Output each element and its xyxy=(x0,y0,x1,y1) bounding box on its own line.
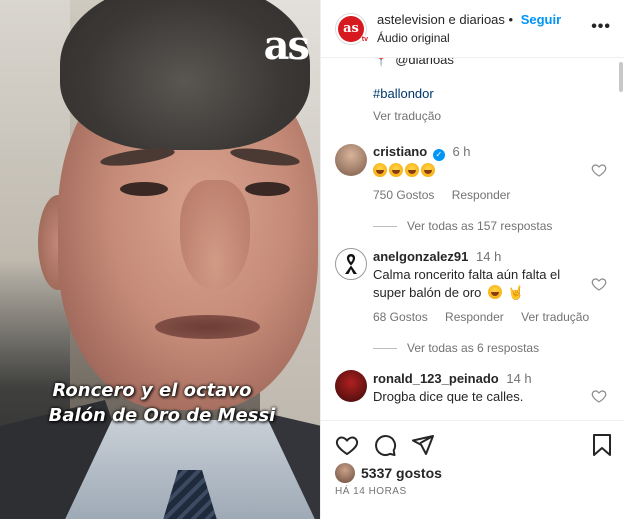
post-footer: 5337 gostos HÁ 14 HORAS xyxy=(321,420,624,519)
laughing-emoji-icon xyxy=(373,163,387,177)
post-timestamp: HÁ 14 HORAS xyxy=(335,486,407,497)
ribbon-icon xyxy=(345,254,357,274)
comment-meta: 750 Gostos Responder xyxy=(373,188,524,202)
likes-count[interactable]: 5337 gostos xyxy=(361,465,442,481)
account-avatar[interactable]: as tv xyxy=(335,12,369,45)
replies-divider xyxy=(373,225,397,227)
pin-icon: 📍 xyxy=(373,58,390,67)
share-icon[interactable] xyxy=(411,433,435,457)
comment-heart-icon[interactable] xyxy=(591,162,607,178)
comment-body: anelgonzalez91 14 h Calma roncerito falt… xyxy=(373,248,593,302)
comment-text: Drogba dice que te calles. xyxy=(373,389,524,404)
comment-text-content: Calma roncerito falta aún falta el super… xyxy=(373,267,561,300)
video-subject-eye xyxy=(245,182,290,196)
instagram-post-view: as Roncero y el octavo Balón de Oro de M… xyxy=(0,0,624,519)
action-bar xyxy=(335,433,449,457)
video-player[interactable]: as Roncero y el octavo Balón de Oro de M… xyxy=(0,0,320,519)
laughing-emoji-icon xyxy=(389,163,403,177)
comment-text: Calma roncerito falta aún falta el super… xyxy=(373,266,593,302)
comment-body: cristiano ✓ 6 h xyxy=(373,143,593,180)
video-subject-eye xyxy=(120,182,168,196)
original-audio-link[interactable]: Áudio original xyxy=(377,29,561,47)
comment-icon[interactable] xyxy=(373,433,397,457)
comment-username[interactable]: cristiano xyxy=(373,144,427,159)
laughing-emoji-icon xyxy=(421,163,435,177)
commenter-avatar[interactable] xyxy=(335,248,367,280)
heart-icon[interactable] xyxy=(335,433,359,457)
laughing-emoji-icon xyxy=(405,163,419,177)
replies-divider xyxy=(373,347,397,349)
comment-time: 14 h xyxy=(506,371,532,386)
likes-row[interactable]: 5337 gostos xyxy=(335,463,442,483)
comment-time: 14 h xyxy=(476,249,502,264)
video-subject-nose xyxy=(180,180,250,290)
collab-accounts-link[interactable]: astelevision e diarioas xyxy=(377,12,505,27)
liker-avatar xyxy=(335,463,355,483)
horns-emoji-icon: 🤘 xyxy=(507,285,524,300)
tv-badge: tv xyxy=(360,35,369,43)
hashtag-link[interactable]: #ballondor xyxy=(373,86,434,101)
comment-heart-icon[interactable] xyxy=(591,276,607,292)
as-watermark-logo: as xyxy=(263,22,310,69)
commenter-avatar[interactable] xyxy=(335,370,367,402)
comments-scrollbar[interactable] xyxy=(619,62,623,92)
follow-button[interactable]: Seguir xyxy=(521,12,561,27)
verified-badge-icon: ✓ xyxy=(432,149,445,161)
likes-count-label: 5337 gostos xyxy=(361,465,442,481)
comment-meta: 68 Gostos Responder Ver tradução xyxy=(373,310,603,324)
header-names: astelevision e diarioas • Seguir Áudio o… xyxy=(377,11,561,47)
commenter-avatar[interactable] xyxy=(335,144,367,176)
sunglasses-emoji-icon xyxy=(488,285,503,299)
view-replies-button[interactable]: Ver todas as 6 respostas xyxy=(373,341,539,355)
more-icon[interactable]: ••• xyxy=(591,18,611,36)
comment-username[interactable]: ronald_123_peinado xyxy=(373,371,499,386)
reply-button[interactable]: Responder xyxy=(452,188,511,202)
view-replies-button[interactable]: Ver todas as 157 respostas xyxy=(373,219,552,233)
caption-mention[interactable]: @diarioas xyxy=(395,58,454,67)
view-replies-label: Ver todas as 6 respostas xyxy=(407,341,540,355)
comment-likes[interactable]: 68 Gostos xyxy=(373,310,428,324)
comment-heart-icon[interactable] xyxy=(591,388,607,404)
video-caption-line-2: Balón de Oro de Messi xyxy=(48,405,276,426)
comments-list[interactable]: 📍 @diarioas #ballondor Ver tradução crist… xyxy=(321,58,624,420)
header-separator: • xyxy=(508,11,514,27)
comment-time: 6 h xyxy=(452,144,471,159)
comment-likes[interactable]: 750 Gostos xyxy=(373,188,434,202)
post-header: as tv astelevision e diarioas • Seguir Á… xyxy=(321,0,624,58)
video-subject-mouth xyxy=(155,315,260,339)
comment-username[interactable]: anelgonzalez91 xyxy=(373,249,468,264)
reply-button[interactable]: Responder xyxy=(445,310,504,324)
header-top-line: astelevision e diarioas • Seguir xyxy=(377,11,561,29)
comment-body: ronald_123_peinado 14 h Drogba dice que … xyxy=(373,370,593,406)
comment-translate-link[interactable]: Ver tradução xyxy=(521,310,589,324)
view-replies-label: Ver todas as 157 respostas xyxy=(407,219,553,233)
caption-tail: 📍 @diarioas xyxy=(373,58,454,68)
comment-emoji-row xyxy=(373,162,593,180)
bookmark-icon[interactable] xyxy=(591,433,613,457)
caption-translate-link[interactable]: Ver tradução xyxy=(373,109,441,123)
post-side-panel: as tv astelevision e diarioas • Seguir Á… xyxy=(320,0,624,519)
video-caption-line-1: Roncero y el octavo xyxy=(52,380,252,401)
